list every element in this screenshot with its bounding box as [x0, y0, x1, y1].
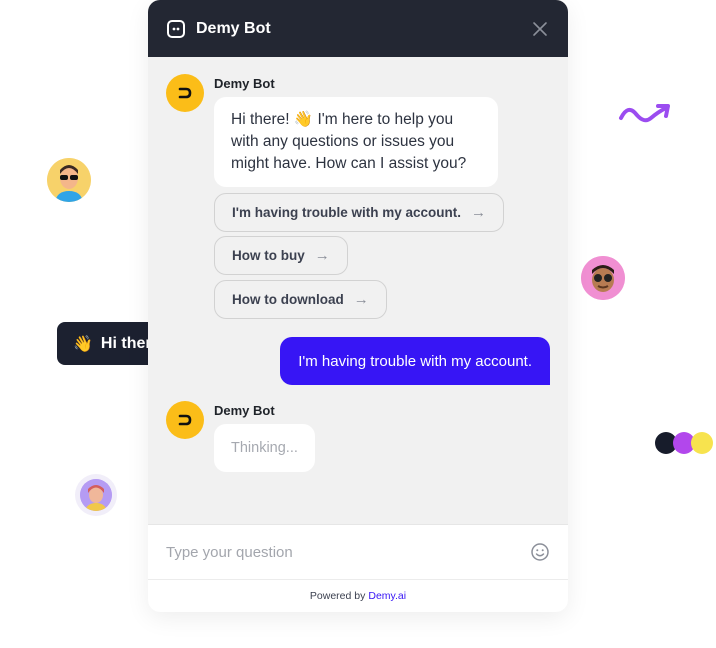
suggestion-how-to-download[interactable]: How to download →	[214, 280, 387, 319]
user-message-bubble: I'm having trouble with my account.	[280, 337, 550, 385]
squiggle-decoration	[619, 104, 670, 123]
chat-widget: Demy Bot Demy Bot Hi there! 👋 I'm here t…	[148, 0, 568, 612]
close-icon[interactable]	[530, 19, 550, 39]
bot-thinking-bubble: Thinking...	[214, 424, 315, 472]
bot-greeting-bubble: Hi there! 👋 I'm here to help you with an…	[214, 97, 498, 187]
arrow-right-icon: →	[471, 204, 486, 221]
waving-hand-icon: 👋	[73, 335, 93, 353]
suggestion-label: How to download	[232, 292, 344, 307]
suggestion-account-trouble[interactable]: I'm having trouble with my account. →	[214, 193, 504, 232]
arrow-right-icon: →	[314, 247, 330, 264]
suggestion-how-to-buy[interactable]: How to buy →	[214, 236, 348, 275]
suggestion-label: How to buy	[232, 248, 305, 263]
bot-name: Demy Bot	[214, 76, 275, 91]
message-list[interactable]: Demy Bot Hi there! 👋 I'm here to help yo…	[148, 57, 568, 524]
color-dots-decoration	[655, 432, 715, 456]
message-input-bar	[148, 524, 568, 580]
smile-icon[interactable]	[530, 542, 550, 562]
bot-name: Demy Bot	[214, 403, 275, 418]
suggestion-label: I'm having trouble with my account.	[232, 205, 461, 220]
powered-by-text: Powered by	[309, 590, 366, 602]
chat-title: Demy Bot	[196, 19, 271, 37]
user-avatar-purple	[75, 474, 117, 516]
chat-header: Demy Bot	[148, 0, 568, 57]
demy-ai-link[interactable]: Demy.ai	[368, 590, 406, 602]
arrow-right-icon: →	[353, 291, 369, 308]
user-avatar-glasses	[581, 256, 625, 300]
question-input[interactable]	[166, 543, 530, 561]
bot-icon	[167, 19, 185, 38]
powered-by-footer: Powered by Demy.ai	[148, 580, 568, 612]
bot-avatar	[166, 74, 204, 112]
bot-avatar	[166, 401, 204, 439]
user-avatar-sunglasses	[47, 158, 91, 202]
